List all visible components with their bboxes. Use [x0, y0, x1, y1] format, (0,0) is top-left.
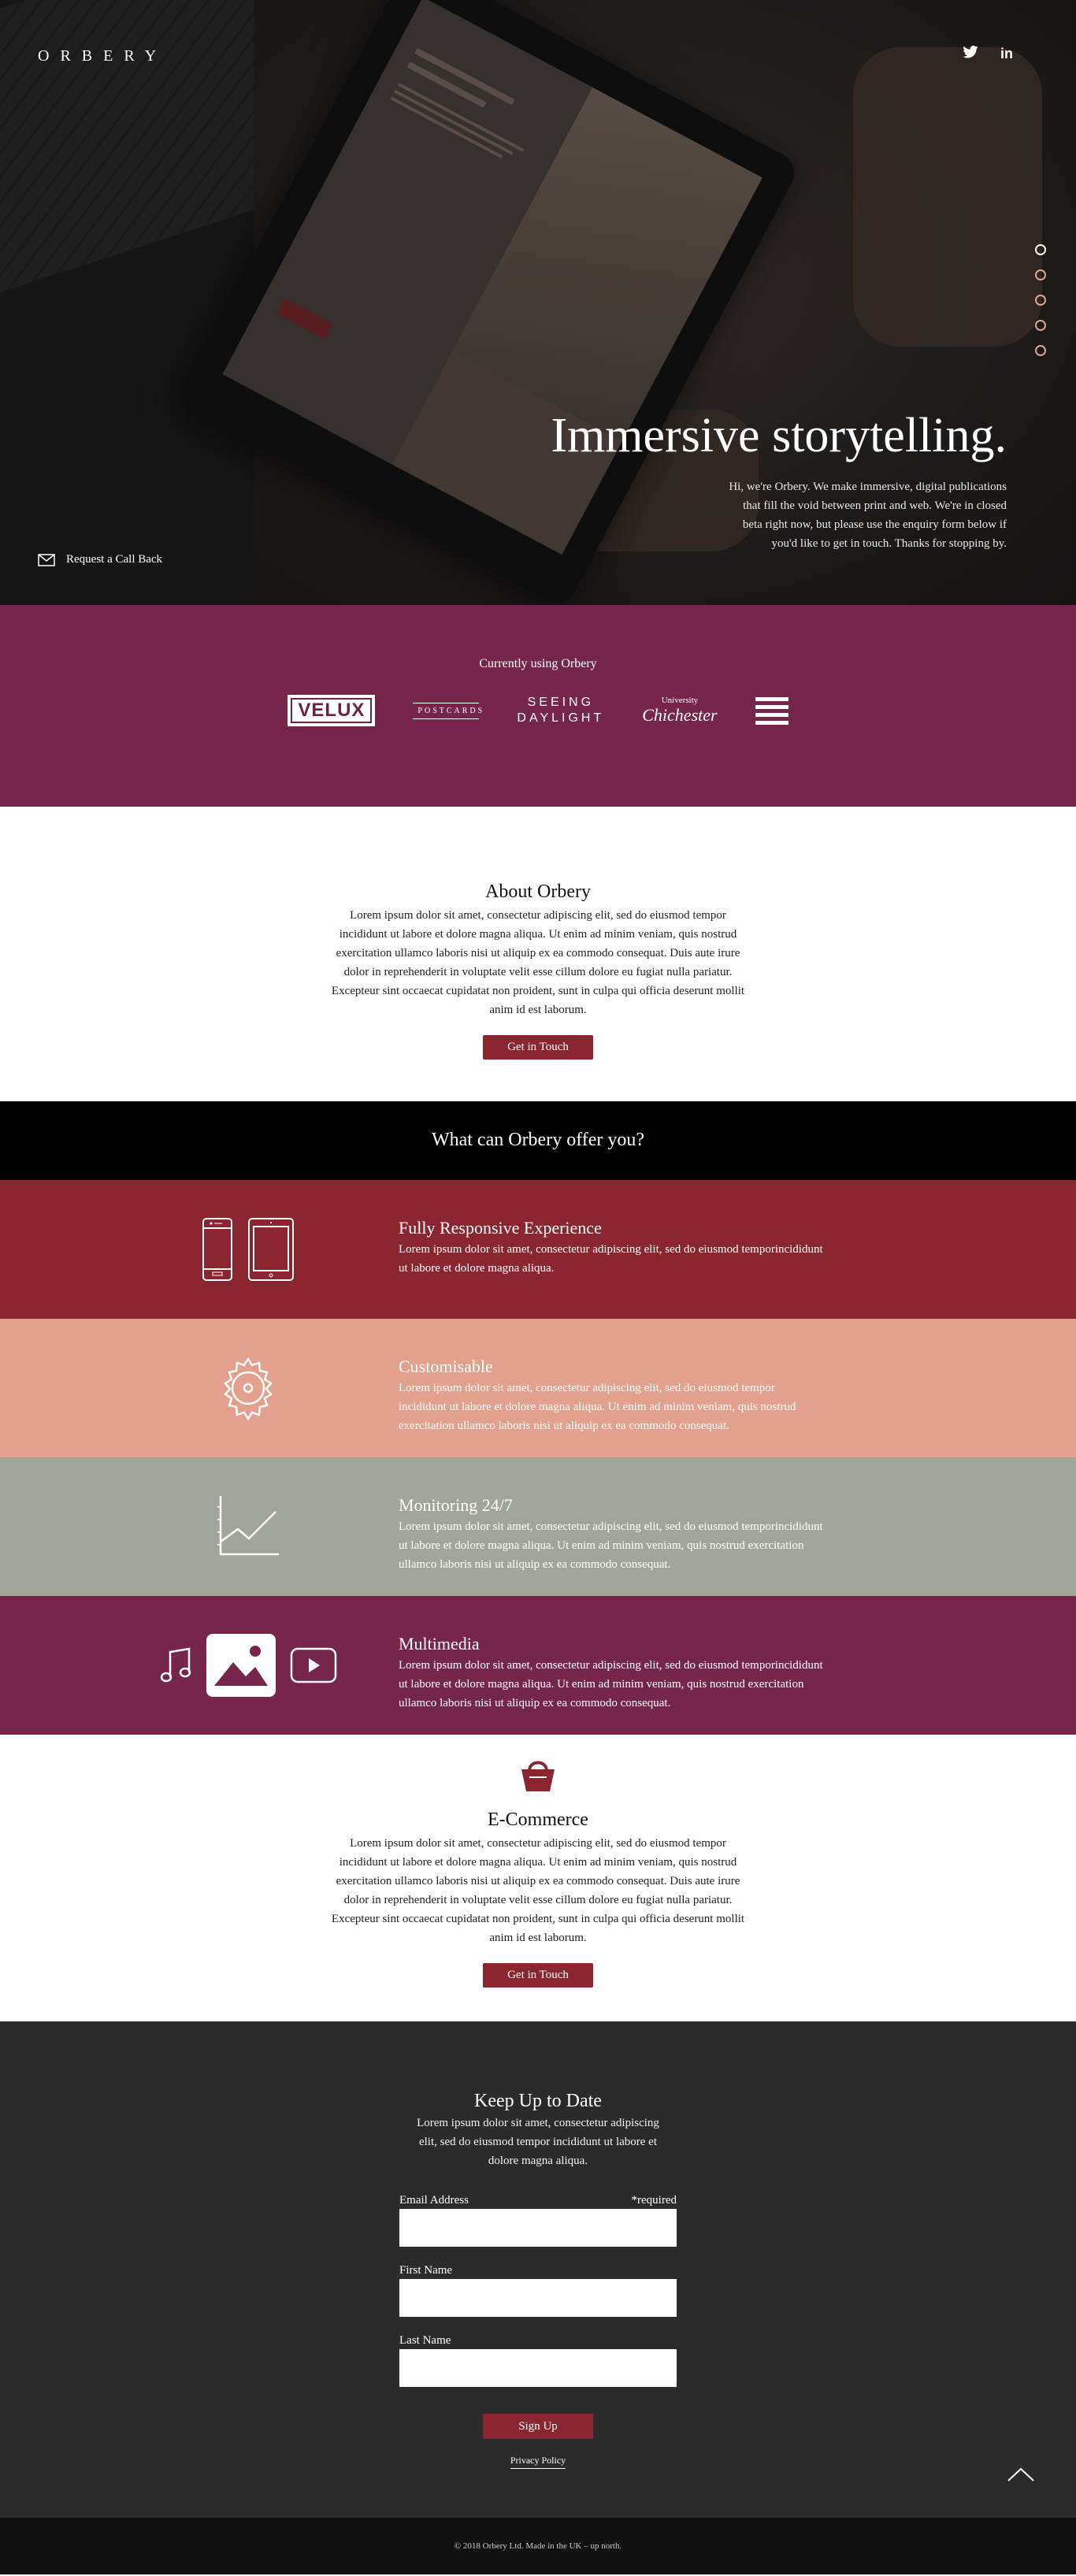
feature-customisable: Customisable Lorem ipsum dolor sit amet,… [0, 1319, 1076, 1457]
envelope-icon [38, 553, 55, 566]
hero-section: ORBERY in Immersive storytelling. Hi, we… [0, 0, 1076, 605]
clients-section: Currently using Orbery VELUX POSTCARDS S… [0, 605, 1076, 807]
twitter-icon[interactable] [963, 45, 978, 62]
responsive-icons [150, 1180, 347, 1319]
get-in-touch-button[interactable]: Get in Touch [483, 1963, 593, 1988]
tablet-icon [248, 1218, 294, 1281]
first-name-label: First Name [399, 2264, 453, 2277]
chevron-up-icon[interactable] [1007, 2467, 1035, 2482]
slide-dot[interactable] [1035, 345, 1046, 356]
linkedin-icon[interactable]: in [1000, 46, 1013, 62]
feature-title: Multimedia [399, 1634, 480, 1654]
required-note: *required [631, 2194, 677, 2207]
newsletter-text: Lorem ipsum dolor sit amet, consectetur … [417, 2117, 659, 2167]
feature-multimedia: Multimedia Lorem ipsum dolor sit amet, c… [0, 1596, 1076, 1735]
music-note-icon [160, 1647, 191, 1683]
feature-responsive: Fully Responsive Experience Lorem ipsum … [0, 1180, 1076, 1319]
line-chart-icon [217, 1496, 279, 1556]
last-name-field[interactable] [399, 2349, 677, 2387]
postcards-logo: POSTCARDS [413, 702, 482, 719]
chichester-logo: University Chichester [642, 696, 718, 725]
velux-logo: VELUX [288, 695, 376, 726]
offer-banner: What can Orbery offer you? [0, 1101, 1076, 1180]
sign-up-button[interactable]: Sign Up [483, 2414, 593, 2439]
slide-dot[interactable] [1035, 295, 1046, 306]
footer: © 2018 Orbery Ltd. Made in the UK – up n… [0, 2518, 1076, 2574]
slide-dot[interactable] [1035, 320, 1046, 331]
ecommerce-text: Lorem ipsum dolor sit amet, consectetur … [331, 1837, 745, 1944]
newsletter-section: Keep Up to Date Lorem ipsum dolor sit am… [0, 2021, 1076, 2518]
feature-title: Monitoring 24/7 [399, 1495, 513, 1515]
privacy-policy-link[interactable]: Privacy Policy [510, 2455, 566, 2469]
feature-monitoring: Monitoring 24/7 Lorem ipsum dolor sit am… [0, 1457, 1076, 1596]
newsletter-title: Keep Up to Date [474, 2091, 602, 2111]
about-title: About Orbery [485, 882, 591, 902]
slide-pagination [1035, 244, 1046, 356]
stripes-logo [755, 696, 788, 725]
feature-title: Customisable [399, 1357, 493, 1376]
signup-form: Email Address *required First Name Last … [399, 2194, 677, 2439]
clients-title: Currently using Orbery [479, 657, 597, 670]
image-icon [206, 1634, 276, 1697]
email-field[interactable] [399, 2209, 677, 2247]
shopping-basket-icon [521, 1761, 555, 1791]
feature-text: Lorem ipsum dolor sit amet, consectetur … [399, 1243, 823, 1275]
last-name-label: Last Name [399, 2334, 451, 2347]
about-text: Lorem ipsum dolor sit amet, consectetur … [331, 909, 745, 1016]
callback-label: Request a Call Back [66, 553, 163, 566]
slide-dot[interactable] [1035, 244, 1046, 255]
get-in-touch-button[interactable]: Get in Touch [483, 1035, 593, 1060]
first-name-field[interactable] [399, 2279, 677, 2317]
request-callback-link[interactable]: Request a Call Back [38, 553, 162, 566]
feature-text: Lorem ipsum dolor sit amet, consectetur … [399, 1382, 796, 1432]
about-section: About Orbery Lorem ipsum dolor sit amet,… [0, 807, 1076, 1101]
social-links: in [963, 45, 1013, 62]
slide-dot[interactable] [1035, 269, 1046, 280]
client-logos: VELUX POSTCARDS SEEING DAYLIGHT Universi… [0, 695, 1076, 726]
feature-title: Fully Responsive Experience [399, 1218, 602, 1238]
ecommerce-section: E-Commerce Lorem ipsum dolor sit amet, c… [0, 1735, 1076, 2021]
hero-title: Immersive storytelling. [551, 409, 1007, 462]
ecommerce-title: E-Commerce [488, 1810, 588, 1830]
video-play-icon [290, 1647, 337, 1683]
email-label: Email Address [399, 2194, 469, 2207]
gear-icon [224, 1357, 273, 1421]
feature-text: Lorem ipsum dolor sit amet, consectetur … [399, 1520, 823, 1571]
feature-text: Lorem ipsum dolor sit amet, consectetur … [399, 1659, 823, 1709]
hero-text: Hi, we're Orbery. We make immersive, dig… [729, 481, 1007, 550]
orbery-logo[interactable]: ORBERY [38, 47, 167, 65]
phone-icon [202, 1218, 232, 1281]
seeing-daylight-logo: SEEING DAYLIGHT [517, 696, 605, 725]
